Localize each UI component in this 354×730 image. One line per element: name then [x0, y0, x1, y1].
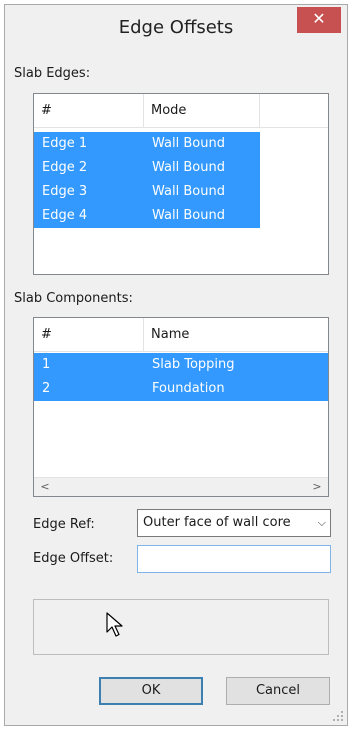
edge-offset-label: Edge Offset:	[33, 551, 114, 566]
edge-offset-field[interactable]	[137, 545, 331, 573]
resize-grip-icon[interactable]	[333, 711, 343, 721]
edge-mode: Wall Bound	[152, 184, 225, 199]
edge-mode: Wall Bound	[152, 160, 225, 175]
title-bar: Edge Offsets ✕	[5, 5, 347, 49]
edge-mode: Wall Bound	[152, 208, 225, 223]
table-row[interactable]: 1 Slab Topping	[34, 353, 328, 377]
preview-panel	[33, 599, 329, 655]
column-header-number[interactable]: #	[34, 94, 144, 127]
slab-components-label: Slab Components:	[14, 291, 133, 306]
slab-edges-header: # Mode	[34, 94, 328, 128]
scroll-left-icon[interactable]: <	[36, 478, 54, 496]
component-id: 2	[42, 381, 51, 396]
column-header-mode[interactable]: Mode	[144, 94, 260, 127]
edge-mode: Wall Bound	[152, 136, 225, 151]
horizontal-scrollbar[interactable]: < >	[34, 477, 328, 496]
edge-id: Edge 3	[42, 184, 88, 199]
column-header-number[interactable]: #	[34, 318, 144, 351]
ok-button[interactable]: OK	[99, 677, 203, 705]
table-row[interactable]: Edge 3 Wall Bound	[34, 180, 260, 204]
edge-id: Edge 4	[42, 208, 88, 223]
component-id: 1	[42, 357, 51, 372]
edge-offsets-dialog: Edge Offsets ✕ Slab Edges: # Mode Edge 1…	[4, 4, 348, 726]
edge-id: Edge 1	[42, 136, 88, 151]
table-row[interactable]: 2 Foundation	[34, 377, 328, 401]
slab-edges-label: Slab Edges:	[14, 66, 91, 81]
column-header-name[interactable]: Name	[144, 318, 328, 351]
edge-ref-value: Outer face of wall core	[143, 515, 291, 530]
mouse-cursor-icon	[106, 612, 123, 637]
edge-ref-select[interactable]: Outer face of wall core ⌵	[137, 509, 331, 537]
scroll-right-icon[interactable]: >	[308, 478, 326, 496]
component-name: Slab Topping	[152, 357, 235, 372]
component-name: Foundation	[152, 381, 225, 396]
table-row[interactable]: Edge 4 Wall Bound	[34, 204, 260, 228]
chevron-down-icon: ⌵	[317, 516, 326, 529]
dialog-title: Edge Offsets	[118, 17, 234, 38]
close-icon: ✕	[312, 9, 326, 28]
slab-components-header: # Name	[34, 318, 328, 352]
edge-id: Edge 2	[42, 160, 88, 175]
close-button[interactable]: ✕	[297, 7, 341, 33]
edge-ref-label: Edge Ref:	[33, 517, 95, 532]
slab-components-list[interactable]: # Name 1 Slab Topping 2 Foundation < >	[33, 317, 329, 497]
table-row[interactable]: Edge 2 Wall Bound	[34, 156, 260, 180]
cancel-button[interactable]: Cancel	[226, 677, 330, 705]
slab-edges-list[interactable]: # Mode Edge 1 Wall Bound Edge 2 Wall Bou…	[33, 93, 329, 275]
table-row[interactable]: Edge 1 Wall Bound	[34, 132, 260, 156]
